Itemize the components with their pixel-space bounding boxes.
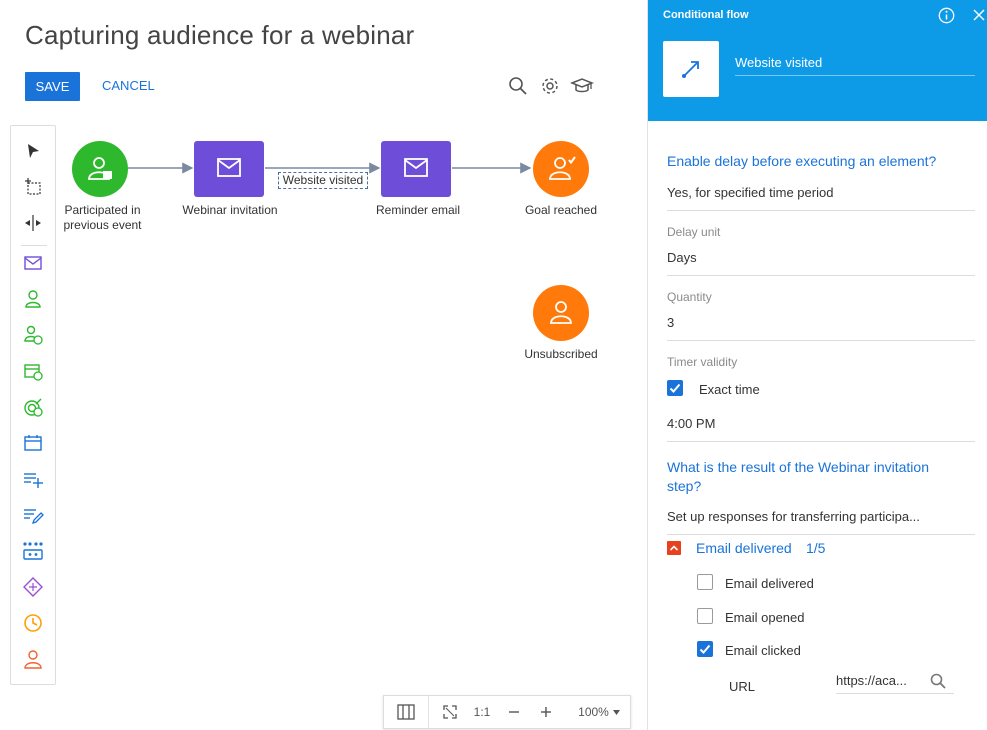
delay-question: Enable delay before executing an element… (667, 153, 937, 169)
result-question: What is the result of the Webinar invita… (667, 459, 929, 494)
node-reminder-email-label: Reminder email (375, 203, 461, 217)
result-answer-field[interactable]: Set up responses for transferring partic… (667, 509, 975, 535)
zoom-out-button[interactable] (500, 696, 528, 728)
exact-time-checkbox[interactable] (667, 380, 683, 396)
option-email-opened-label: Email opened (725, 610, 805, 625)
collapse-group-button[interactable] (667, 541, 681, 555)
close-icon[interactable] (973, 9, 985, 21)
delay-answer-field[interactable]: Yes, for specified time period (667, 185, 975, 211)
element-name-field[interactable]: Website visited (735, 55, 822, 70)
zoom-in-button[interactable] (532, 696, 560, 728)
email-icon (404, 158, 428, 177)
delay-unit-label: Delay unit (667, 225, 721, 239)
plus-icon (541, 707, 551, 717)
node-goal-reached-label: Goal reached (524, 203, 598, 217)
option-email-clicked-label: Email clicked (725, 643, 801, 658)
email-icon (217, 158, 241, 177)
node-participated-label: Participated in previous event (55, 203, 150, 233)
flow-edges (128, 162, 532, 174)
audience-icon (88, 157, 112, 180)
chevron-up-icon (669, 545, 679, 551)
edge-label-website-visited[interactable]: Website visited (278, 172, 368, 189)
search-icon[interactable] (929, 672, 947, 690)
node-webinar-invitation-label: Webinar invitation (182, 203, 278, 217)
designer-area: Capturing audience for a webinar SAVE CA… (0, 0, 647, 730)
panel-header-title: Conditional flow (663, 9, 749, 21)
quantity-label: Quantity (667, 290, 712, 304)
time-field[interactable]: 4:00 PM (667, 416, 975, 442)
url-label: URL (729, 679, 756, 694)
option-email-delivered-label: Email delivered (725, 576, 814, 591)
flow-arrow-icon (682, 61, 699, 78)
zoom-divider (428, 696, 429, 728)
actual-size-button[interactable]: 1:1 (468, 696, 496, 728)
group-email-delivered-label[interactable]: Email delivered (696, 540, 792, 556)
node-goal-reached[interactable] (533, 141, 589, 197)
zoom-level-select[interactable]: 100% (570, 696, 628, 728)
node-participated-label-line1: Participated in (64, 203, 141, 217)
node-participated[interactable] (72, 141, 128, 197)
fit-screen-button[interactable] (436, 696, 464, 728)
minus-icon (509, 711, 519, 713)
timer-validity-label: Timer validity (667, 355, 738, 369)
delay-unit-field[interactable]: Days (667, 250, 975, 276)
group-selection-count: 1/5 (806, 540, 826, 556)
node-participated-label-line2: previous event (63, 218, 142, 232)
option-email-opened-checkbox[interactable] (697, 608, 713, 624)
node-unsubscribed-label: Unsubscribed (524, 347, 598, 361)
chevron-down-icon (612, 709, 620, 715)
option-email-delivered-checkbox[interactable] (697, 574, 713, 590)
expand-icon (443, 705, 457, 719)
option-email-clicked-checkbox[interactable] (697, 641, 713, 657)
node-unsubscribed[interactable] (533, 285, 589, 341)
url-value: https://aca... (836, 673, 907, 688)
info-icon[interactable] (938, 7, 955, 24)
zoom-toolbar: 1:1 100% (383, 695, 631, 729)
goal-icon (549, 156, 576, 180)
quantity-field[interactable]: 3 (667, 315, 975, 341)
url-field[interactable]: https://aca... (836, 672, 954, 694)
check-icon (699, 644, 711, 654)
properties-panel: Conditional flow Website visited Enable … (647, 0, 987, 730)
goal-icon (550, 301, 572, 324)
element-name-underline (735, 75, 975, 76)
panel-header: Conditional flow Website visited (648, 0, 987, 121)
element-type-icon (663, 41, 719, 97)
check-icon (669, 383, 681, 393)
minimap-button[interactable] (384, 696, 428, 728)
node-webinar-invitation[interactable] (194, 141, 264, 197)
zoom-level-value: 100% (578, 705, 609, 719)
exact-time-label: Exact time (699, 382, 760, 397)
node-reminder-email[interactable] (381, 141, 451, 197)
map-icon (397, 704, 415, 720)
